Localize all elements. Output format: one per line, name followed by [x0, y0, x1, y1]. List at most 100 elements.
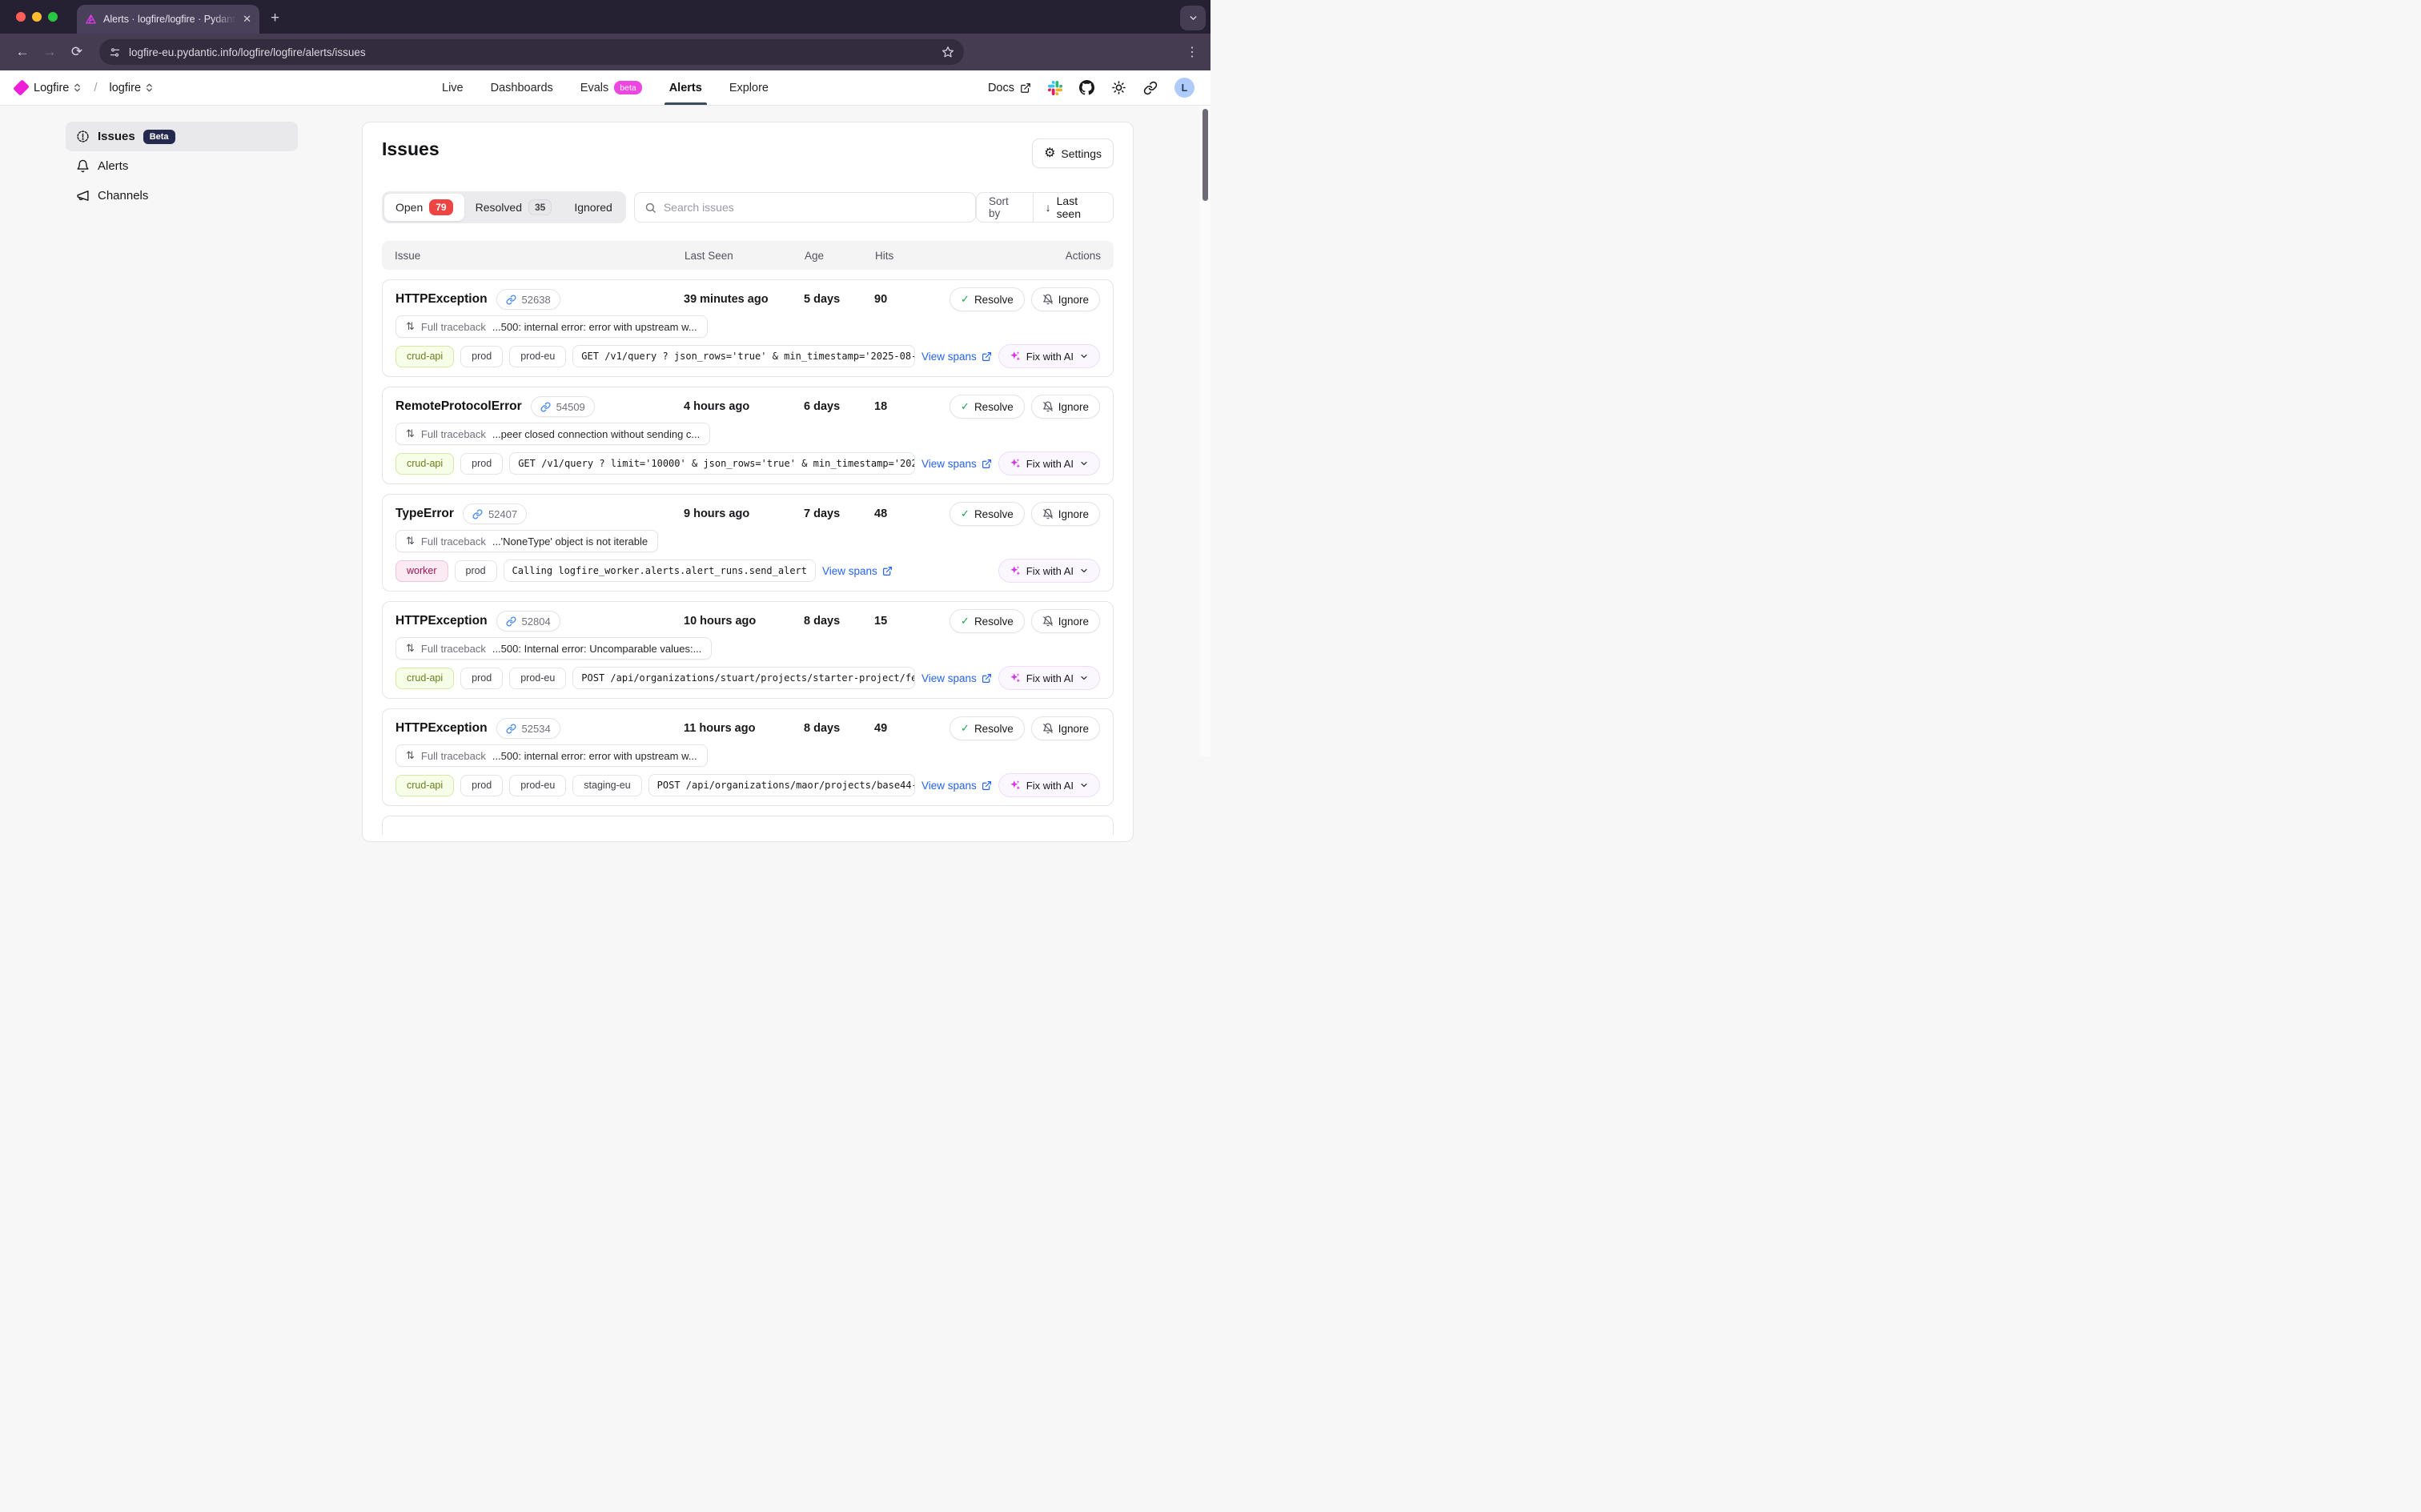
- slack-icon[interactable]: [1048, 81, 1062, 95]
- scrollbar-track[interactable]: [1200, 106, 1210, 756]
- sparkles-icon: [1010, 780, 1021, 791]
- issue-name[interactable]: RemoteProtocolError: [395, 399, 522, 414]
- issue-name[interactable]: HTTPException: [395, 721, 488, 736]
- tab-ignored[interactable]: Ignored: [563, 194, 623, 221]
- zoom-window-button[interactable]: [48, 12, 58, 22]
- check-icon: ✓: [961, 722, 970, 735]
- tab-resolved[interactable]: Resolved35: [464, 194, 564, 221]
- resolve-button[interactable]: ✓ Resolve: [950, 395, 1025, 419]
- bell-slash-icon: [1042, 508, 1054, 519]
- fix-with-ai-button[interactable]: Fix with AI: [998, 344, 1100, 368]
- nav-item-live[interactable]: Live: [442, 70, 464, 105]
- browser-tab[interactable]: Alerts · logfire/logfire · Pydant ✕: [77, 5, 259, 34]
- full-traceback-toggle[interactable]: ⇅ Full traceback ...peer closed connecti…: [395, 423, 710, 445]
- tab-search-button[interactable]: [1180, 6, 1206, 30]
- nav-item-alerts[interactable]: Alerts: [669, 70, 702, 105]
- search-box[interactable]: [634, 192, 976, 223]
- fix-with-ai-button[interactable]: Fix with AI: [998, 559, 1100, 583]
- url-text[interactable]: logfire-eu.pydantic.info/logfire/logfire…: [129, 46, 933, 58]
- issue-name[interactable]: HTTPException: [395, 292, 488, 307]
- ignore-button[interactable]: Ignore: [1031, 395, 1100, 419]
- view-spans-link[interactable]: View spans: [921, 672, 992, 684]
- issues-list: HTTPException 52638 39 minutes ago 5 day…: [382, 279, 1114, 806]
- full-traceback-toggle[interactable]: ⇅ Full traceback ...500: Internal error:…: [395, 637, 712, 660]
- check-icon: ✓: [961, 293, 970, 306]
- sidebar-item-alerts[interactable]: Alerts: [66, 151, 298, 181]
- scrollbar-thumb[interactable]: [1202, 109, 1208, 201]
- browser-menu-icon[interactable]: ⋮: [1186, 44, 1199, 60]
- github-icon[interactable]: [1079, 80, 1094, 95]
- full-traceback-toggle[interactable]: ⇅ Full traceback ...500: internal error:…: [395, 315, 708, 338]
- bell-slash-icon: [1042, 723, 1054, 734]
- org-selector[interactable]: Logfire: [34, 82, 82, 94]
- tab-open[interactable]: Open79: [384, 194, 464, 221]
- tab-close-icon[interactable]: ✕: [243, 13, 251, 26]
- issue-id-link[interactable]: 52534: [496, 718, 560, 739]
- theme-toggle-sun-icon[interactable]: [1111, 80, 1126, 95]
- issue-name[interactable]: TypeError: [395, 507, 454, 521]
- resolve-button[interactable]: ✓ Resolve: [950, 716, 1025, 740]
- issue-age: 8 days: [804, 722, 874, 735]
- breadcrumb-separator: /: [94, 81, 97, 94]
- nav-item-evals[interactable]: Evalsbeta: [580, 70, 642, 105]
- page-title: Issues: [382, 138, 440, 160]
- reload-button[interactable]: ⟳: [66, 44, 88, 60]
- bookmark-star-icon[interactable]: [942, 46, 954, 58]
- docs-link[interactable]: Docs: [988, 82, 1031, 94]
- share-link-icon[interactable]: [1143, 81, 1158, 95]
- issue-id-link[interactable]: 54509: [531, 396, 595, 417]
- resolve-button[interactable]: ✓ Resolve: [950, 287, 1025, 311]
- resolve-button[interactable]: ✓ Resolve: [950, 502, 1025, 526]
- tag-prod-eu: prod-eu: [509, 346, 566, 367]
- fix-with-ai-label: Fix with AI: [1026, 458, 1074, 470]
- issue-name[interactable]: HTTPException: [395, 614, 488, 628]
- view-spans-link[interactable]: View spans: [921, 458, 992, 470]
- view-spans-link[interactable]: View spans: [921, 351, 992, 363]
- issue-row: RemoteProtocolError 54509 4 hours ago 6 …: [382, 387, 1114, 484]
- ignore-button[interactable]: Ignore: [1031, 287, 1100, 311]
- settings-button[interactable]: ⚙ Settings: [1032, 138, 1114, 168]
- ignore-button[interactable]: Ignore: [1031, 502, 1100, 526]
- project-selector[interactable]: logfire: [110, 82, 155, 94]
- project-name: logfire: [110, 82, 142, 94]
- issue-age: 6 days: [804, 400, 874, 413]
- issue-id-link[interactable]: 52638: [496, 289, 560, 310]
- issue-span-code: POST /api/organizations/stuart/projects/…: [572, 667, 915, 689]
- full-traceback-toggle[interactable]: ⇅ Full traceback ...'NoneType' object is…: [395, 530, 658, 552]
- nav-item-explore[interactable]: Explore: [729, 70, 769, 105]
- tag-crud-api: crud-api: [395, 775, 454, 796]
- ignore-button[interactable]: Ignore: [1031, 609, 1100, 633]
- sidebar-item-issues[interactable]: IssuesBeta: [66, 122, 298, 151]
- ignore-label: Ignore: [1058, 294, 1089, 306]
- minimize-window-button[interactable]: [32, 12, 42, 22]
- search-input[interactable]: [664, 201, 966, 214]
- issue-id: 52534: [522, 723, 551, 735]
- issue-id-link[interactable]: 52804: [496, 611, 560, 632]
- close-window-button[interactable]: [16, 12, 26, 22]
- url-bar[interactable]: logfire-eu.pydantic.info/logfire/logfire…: [99, 39, 964, 65]
- fix-with-ai-button[interactable]: Fix with AI: [998, 773, 1100, 797]
- resolve-button[interactable]: ✓ Resolve: [950, 609, 1025, 633]
- column-issue: Issue: [395, 250, 685, 262]
- issue-id-link[interactable]: 52407: [463, 503, 527, 524]
- forward-button[interactable]: →: [38, 44, 61, 60]
- tag-prod: prod: [460, 668, 503, 689]
- nav-item-label: Dashboards: [491, 82, 553, 94]
- fix-with-ai-button[interactable]: Fix with AI: [998, 451, 1100, 475]
- back-button[interactable]: ←: [11, 44, 34, 60]
- site-info-icon[interactable]: [109, 46, 121, 58]
- traceback-summary: ...'NoneType' object is not iterable: [492, 535, 648, 547]
- ignore-button[interactable]: Ignore: [1031, 716, 1100, 740]
- column-hits: Hits: [875, 250, 965, 262]
- fix-with-ai-button[interactable]: Fix with AI: [998, 666, 1100, 690]
- sort-value-button[interactable]: ↓Last seen: [1034, 195, 1113, 220]
- user-avatar[interactable]: L: [1174, 78, 1194, 98]
- sidebar-item-channels[interactable]: Channels: [66, 181, 298, 211]
- new-tab-button[interactable]: +: [271, 10, 279, 27]
- full-traceback-toggle[interactable]: ⇅ Full traceback ...500: internal error:…: [395, 744, 708, 767]
- external-link-icon: [982, 780, 992, 791]
- check-icon: ✓: [961, 615, 970, 628]
- view-spans-link[interactable]: View spans: [921, 780, 992, 792]
- view-spans-link[interactable]: View spans: [822, 565, 893, 577]
- nav-item-dashboards[interactable]: Dashboards: [491, 70, 553, 105]
